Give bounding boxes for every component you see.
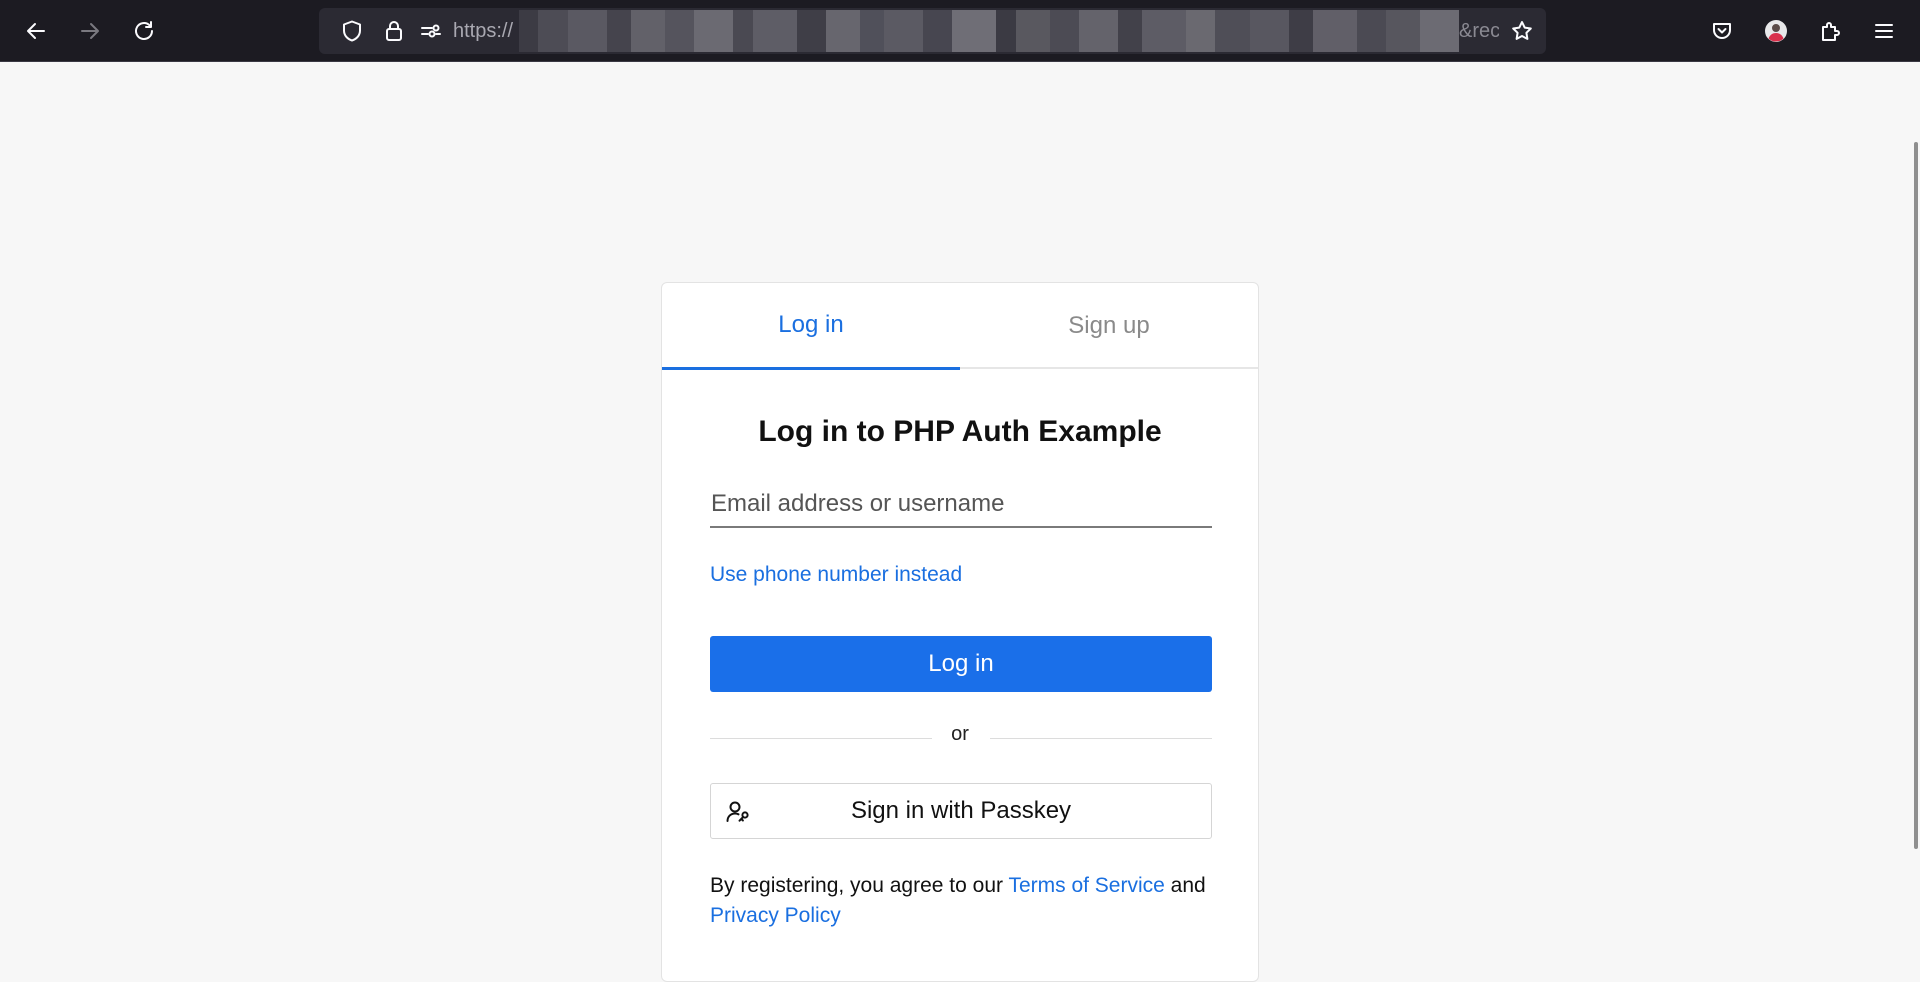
use-phone-link[interactable]: Use phone number instead	[710, 563, 962, 587]
auth-tabs: Log in Sign up	[662, 283, 1258, 370]
lock-icon[interactable]	[379, 16, 409, 46]
reload-icon[interactable]	[124, 11, 164, 51]
pocket-icon[interactable]	[1702, 11, 1742, 51]
tab-log-in[interactable]: Log in	[662, 283, 960, 370]
url-suffix-text[interactable]: &rec	[1459, 8, 1499, 54]
divider-or: or	[951, 723, 969, 745]
extensions-icon[interactable]	[1810, 11, 1850, 51]
tab-sign-up[interactable]: Sign up	[960, 283, 1258, 369]
tracking-protection-shield-icon[interactable]	[337, 16, 367, 46]
email-username-input[interactable]	[710, 482, 1212, 528]
page-scrollbar[interactable]	[1914, 142, 1918, 849]
legal-prefix: By registering, you agree to our	[710, 874, 1009, 897]
browser-toolbar: https:// &rec	[0, 0, 1920, 62]
legal-middle: and	[1164, 874, 1206, 897]
log-in-button[interactable]: Log in	[710, 636, 1212, 692]
page-viewport: Log in Sign up Log in to PHP Auth Exampl…	[0, 62, 1920, 982]
divider-line-right	[990, 738, 1212, 739]
passkey-icon	[726, 801, 749, 822]
permissions-icon[interactable]	[416, 16, 446, 46]
bookmark-star-icon[interactable]	[1507, 16, 1537, 46]
divider-line-left	[710, 738, 932, 739]
auth-card: Log in Sign up Log in to PHP Auth Exampl…	[661, 282, 1259, 982]
address-bar[interactable]: https:// &rec	[319, 8, 1546, 54]
url-text[interactable]: https://	[453, 8, 513, 54]
back-arrow-icon[interactable]	[16, 11, 56, 51]
page-title: Log in to PHP Auth Example	[758, 415, 1162, 448]
privacy-policy-link[interactable]: Privacy Policy	[710, 904, 841, 927]
terms-of-service-link[interactable]: Terms of Service	[1008, 874, 1164, 897]
redacted-url-segment	[519, 10, 1459, 52]
sign-in-with-passkey-button[interactable]: Sign in with Passkey	[710, 783, 1212, 839]
legal-notice: By registering, you agree to our Terms o…	[710, 871, 1215, 931]
forward-arrow-icon[interactable]	[70, 11, 110, 51]
account-avatar[interactable]	[1756, 11, 1796, 51]
hamburger-menu-icon[interactable]	[1864, 11, 1904, 51]
passkey-button-label: Sign in with Passkey	[850, 797, 1072, 824]
